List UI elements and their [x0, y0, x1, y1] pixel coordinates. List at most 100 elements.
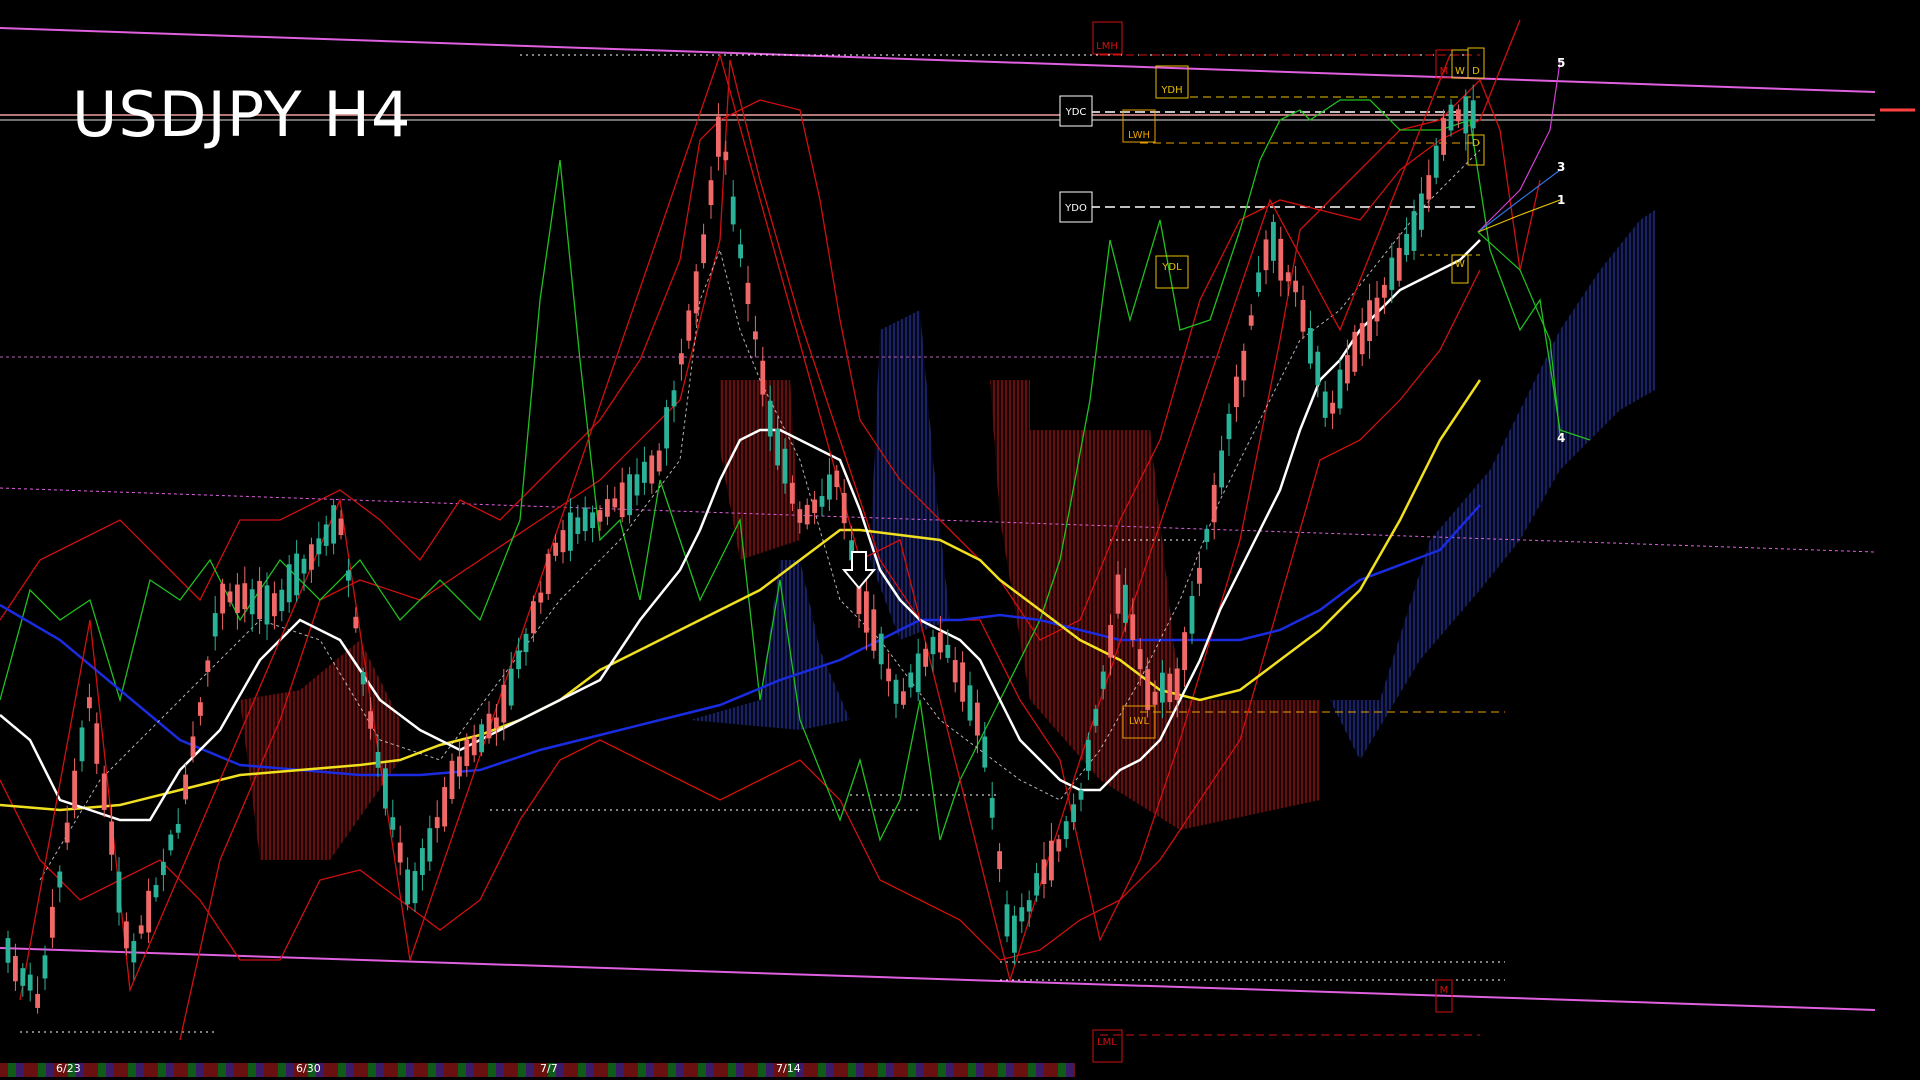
candle-body [923, 648, 928, 667]
candle-body [723, 151, 729, 161]
candle-body [775, 429, 780, 466]
candle-body [205, 660, 211, 673]
down-arrow-icon [841, 551, 877, 590]
candle-body [1241, 350, 1247, 381]
candle-body [383, 768, 388, 809]
candle-body [538, 592, 544, 603]
candle-body [671, 390, 677, 407]
candle-body [738, 244, 743, 259]
cloud-bear-area-3 [720, 380, 800, 560]
candle-body [301, 558, 307, 574]
candle-body [101, 773, 107, 810]
d-top-label: D [1472, 66, 1480, 77]
candle-body [1441, 118, 1446, 155]
candle-body [767, 400, 773, 437]
candle-body [375, 751, 381, 768]
candle-body [686, 310, 692, 341]
candle-body [1108, 624, 1113, 658]
candle-body [1419, 193, 1424, 230]
candle-body [220, 583, 225, 614]
candle-body [827, 474, 832, 500]
candle-body [834, 470, 840, 488]
w-top-label: W [1455, 66, 1465, 77]
candle-body [753, 331, 758, 340]
candle-body [997, 851, 1002, 870]
candle-body [1063, 821, 1069, 840]
candle-body [390, 817, 396, 830]
x-tick-label: 6/23 [56, 1062, 81, 1075]
candle-body [457, 756, 462, 777]
candle-body [1426, 175, 1432, 200]
candle-body [190, 736, 196, 757]
candle-body [1389, 257, 1395, 290]
wave-label-1: 1 [1557, 193, 1565, 207]
candle-body [664, 407, 669, 449]
candle-body [323, 524, 329, 546]
candle-body [679, 353, 684, 365]
candle-body [316, 538, 322, 555]
d-low-label: D [1472, 138, 1480, 149]
candle-body [94, 723, 100, 764]
candle-body [138, 925, 144, 934]
m-top-label: M [1440, 66, 1449, 77]
candle-body [168, 834, 174, 851]
candle-body [545, 553, 551, 594]
candle-body [1433, 145, 1439, 178]
cloud-bull-area-2 [870, 310, 950, 640]
candle-body [819, 496, 825, 507]
candle-body [412, 871, 418, 904]
candle-body [1285, 272, 1291, 282]
candle-body [1278, 238, 1284, 281]
candle-body [1456, 109, 1461, 122]
candle-body [908, 672, 914, 688]
candle-body [945, 644, 951, 658]
candle-body [886, 668, 891, 682]
candle-body [745, 282, 751, 305]
lwl-label: LWL [1129, 716, 1150, 727]
cloud-bull-area-3 [1330, 210, 1655, 760]
cloud-bear-area-2 [990, 380, 1320, 830]
candle-body [1100, 671, 1106, 689]
candle-body [1322, 391, 1328, 418]
candle-body [1071, 804, 1076, 823]
projection-line-3 [1477, 169, 1561, 233]
x-tick-label: 7/14 [776, 1062, 801, 1075]
candle-body [612, 498, 618, 508]
candle-body [131, 941, 137, 963]
candle-body [568, 512, 573, 551]
candle-body [1078, 790, 1084, 800]
cloud-bear-area-1 [240, 640, 400, 860]
ydh-label: YDH [1160, 85, 1182, 96]
candle-body [264, 585, 270, 625]
candle-body [1026, 900, 1032, 912]
candle-body [161, 861, 166, 876]
candle-body [1189, 595, 1195, 634]
candle-body [494, 717, 499, 729]
candle-body [1115, 574, 1121, 614]
candle-body [1308, 328, 1313, 364]
candle-body [989, 798, 995, 818]
candle-body [405, 869, 410, 905]
candle-body [1219, 450, 1224, 488]
candle-body [449, 760, 455, 799]
candle-body [1248, 315, 1254, 326]
candle-body [1293, 280, 1298, 293]
candle-body [353, 616, 359, 629]
candle-body [1345, 355, 1350, 384]
candle-body [1382, 284, 1387, 298]
wave-label-5: 5 [1557, 56, 1565, 70]
x-tick-label: 6/30 [296, 1062, 321, 1075]
wave-label-4: 4 [1557, 431, 1565, 445]
candle-body [109, 821, 114, 855]
candle-body [804, 504, 810, 525]
candle-body [649, 455, 655, 484]
w-low-label: W [1455, 259, 1465, 270]
candle-body [1263, 239, 1269, 271]
candle-body [619, 482, 625, 518]
candle-body [960, 662, 965, 702]
candle-body [175, 823, 181, 833]
candle-body [582, 507, 588, 532]
candle-body [13, 956, 18, 982]
candle-body [309, 544, 314, 570]
channel-lines [0, 27, 1915, 1011]
